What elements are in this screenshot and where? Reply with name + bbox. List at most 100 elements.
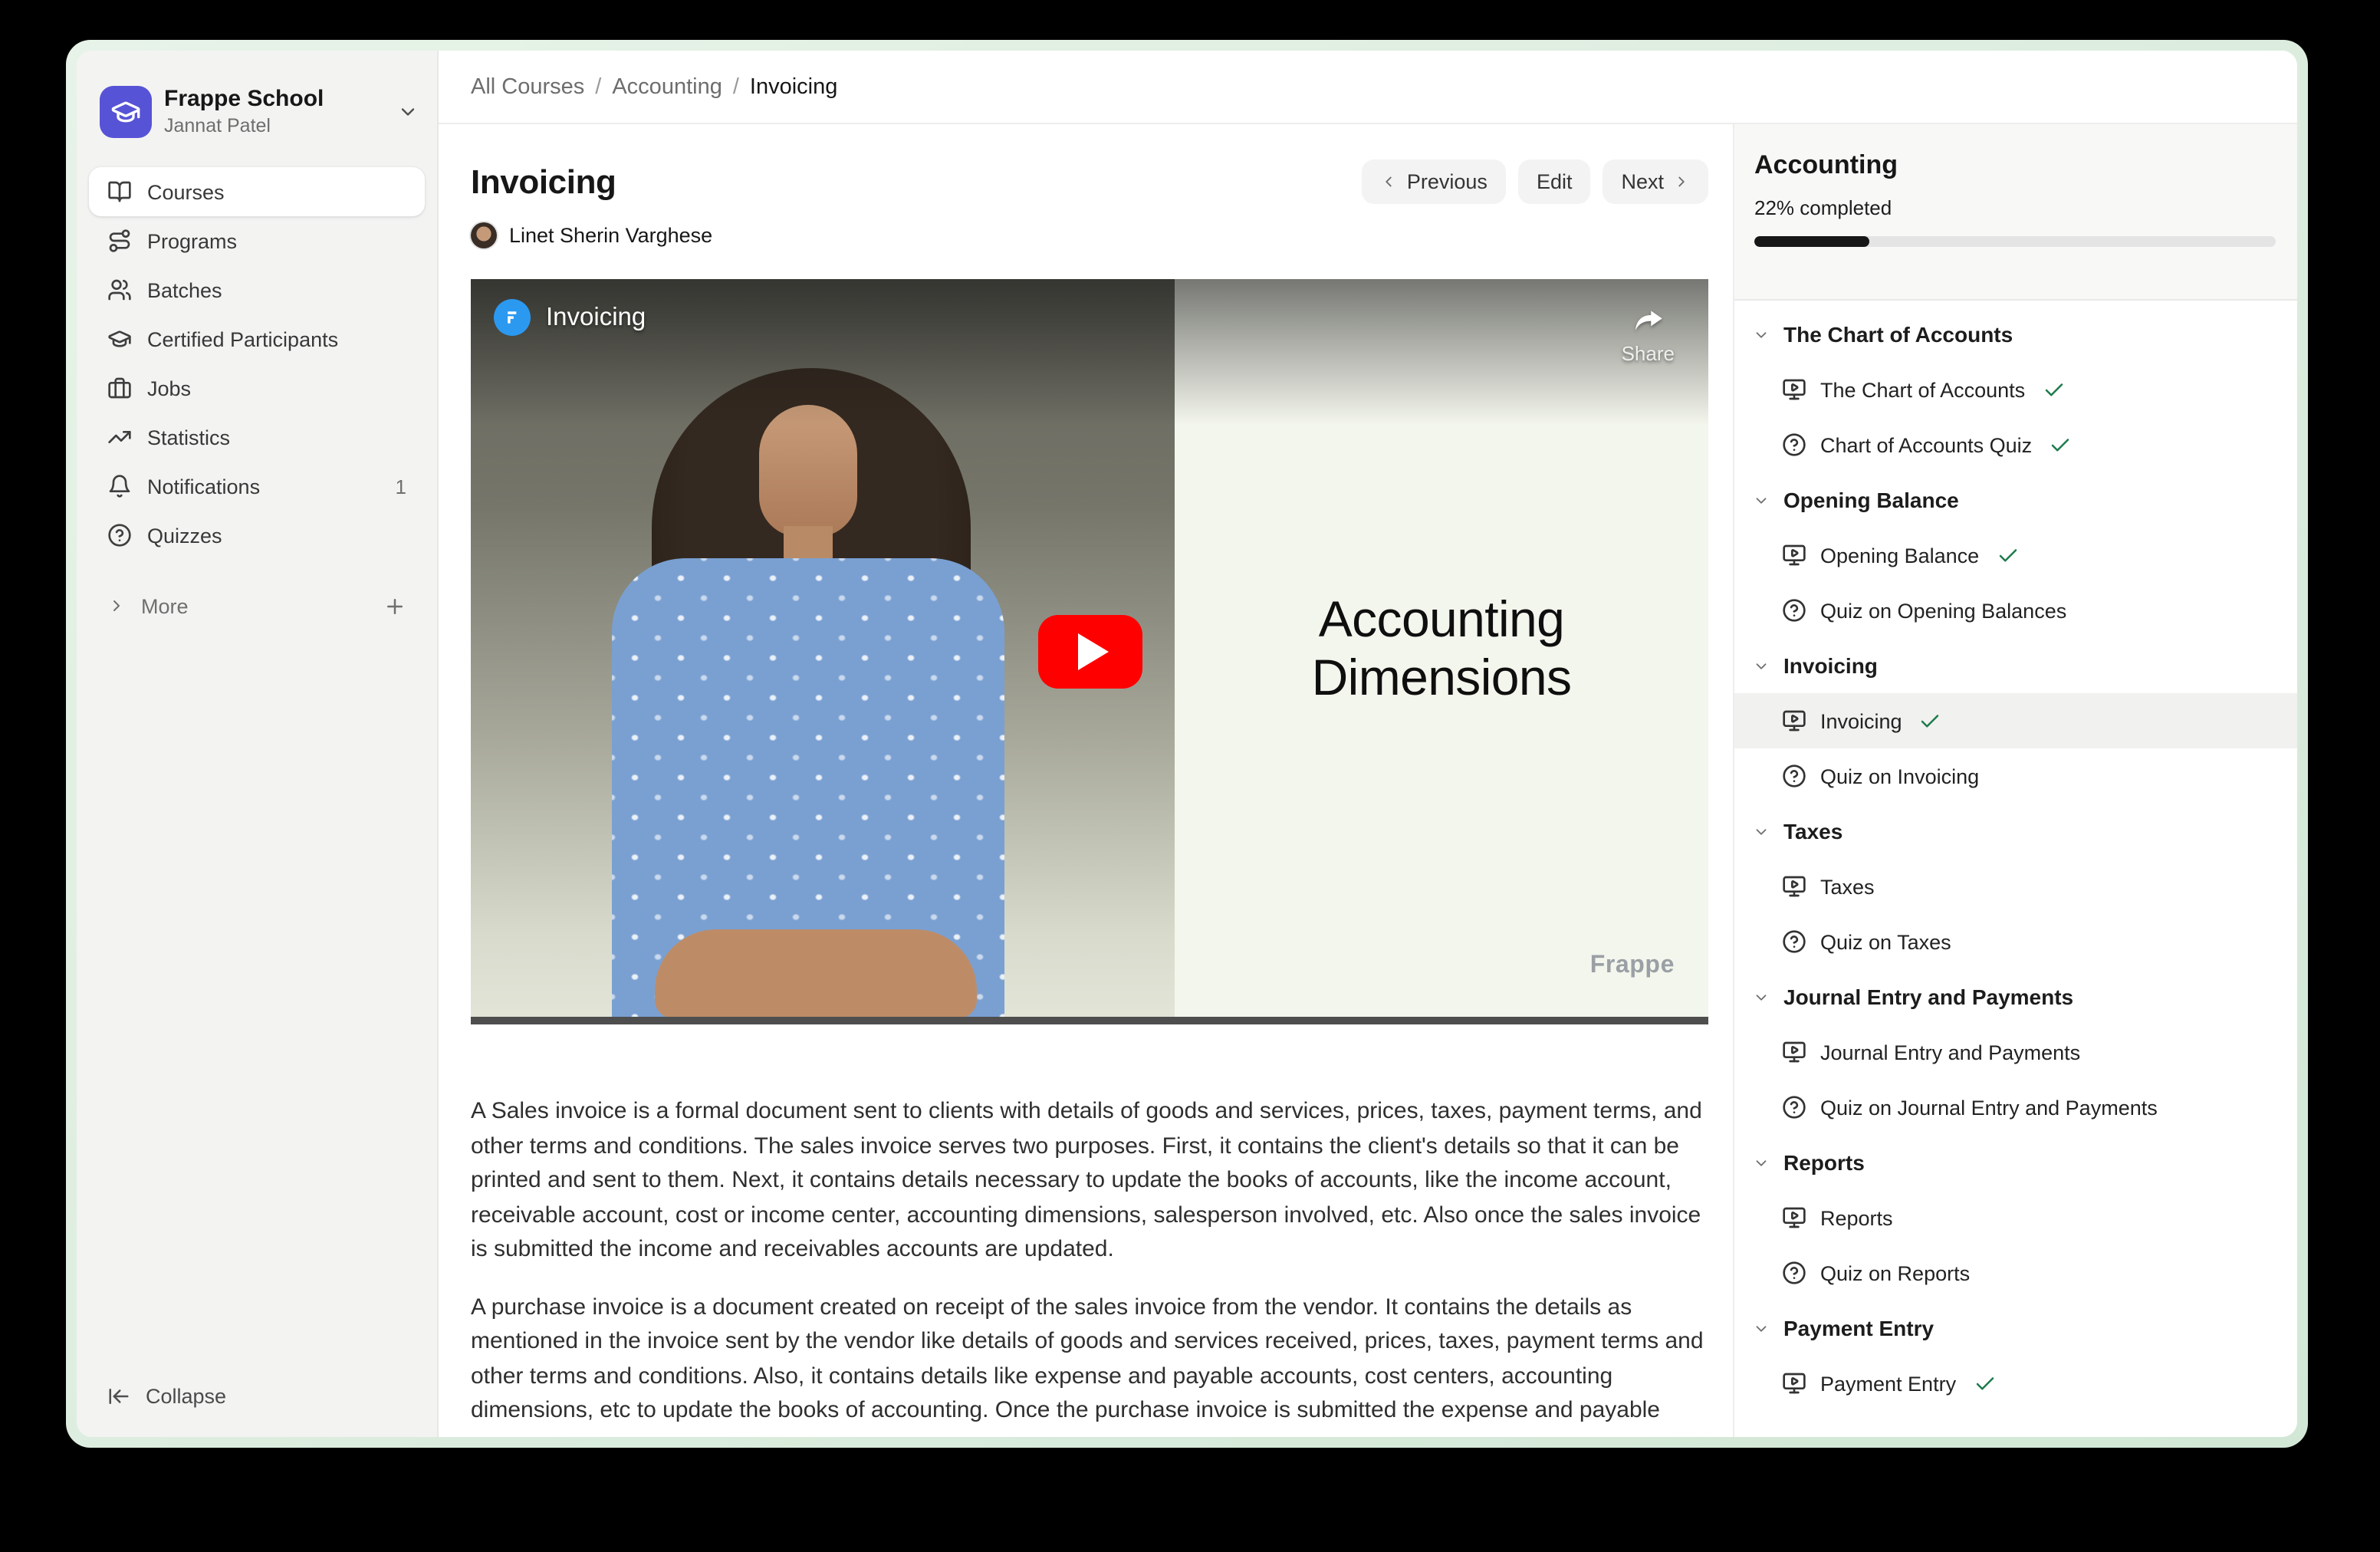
outline-lesson[interactable]: Quiz on Reports	[1734, 1245, 2297, 1300]
sidebar-item-statistics[interactable]: Statistics	[89, 413, 425, 462]
chevron-down-icon	[1753, 326, 1770, 343]
quiz-icon	[1782, 598, 1806, 623]
chevron-down-icon	[1753, 657, 1770, 674]
quiz-icon	[1782, 1261, 1806, 1285]
breadcrumb-separator: /	[733, 74, 739, 99]
outline-lesson[interactable]: Quiz on Invoicing	[1734, 748, 2297, 804]
lesson-body-text: A Sales invoice is a formal document sen…	[471, 1095, 1708, 1429]
chapter-title: Opening Balance	[1783, 488, 1959, 512]
author-avatar	[471, 222, 497, 248]
outline-lesson[interactable]: Quiz on Journal Entry and Payments	[1734, 1080, 2297, 1135]
play-button[interactable]	[1037, 615, 1142, 689]
next-button[interactable]: Next	[1603, 159, 1708, 204]
video-lesson-icon	[1782, 1371, 1806, 1396]
lesson-label: Quiz on Taxes	[1820, 930, 1951, 953]
outline-lesson[interactable]: Payment Entry	[1734, 1356, 2297, 1411]
collapse-label: Collapse	[146, 1384, 226, 1407]
school-name: Frappe School	[164, 86, 324, 113]
outline-lesson[interactable]: Opening Balance	[1734, 528, 2297, 583]
edit-button[interactable]: Edit	[1518, 159, 1591, 204]
sidebar-item-notifications[interactable]: Notifications 1	[89, 462, 425, 511]
lesson-label: Quiz on Journal Entry and Payments	[1820, 1096, 2158, 1119]
graduation-cap-icon	[107, 327, 132, 351]
video-player[interactable]: Accounting Dimensions Frappe Invoicing	[471, 279, 1708, 1024]
outline-lesson[interactable]: Quiz on Taxes	[1734, 914, 2297, 969]
outline-chapter: Payment Entry Payment Entry	[1734, 1300, 2297, 1411]
bell-icon	[107, 474, 132, 498]
check-icon	[1919, 709, 1942, 732]
quiz-icon	[1782, 432, 1806, 457]
sidebar-item-label: Batches	[147, 278, 222, 301]
sidebar-item-label: Certified Participants	[147, 327, 338, 350]
lesson-label: Journal Entry and Payments	[1820, 1041, 2080, 1064]
sidebar-item-label: Jobs	[147, 376, 191, 400]
outline-lesson[interactable]: Chart of Accounts Quiz	[1734, 417, 2297, 472]
trending-up-icon	[107, 425, 132, 449]
presenter-face	[759, 405, 857, 537]
chapter-row[interactable]: Reports	[1734, 1135, 2297, 1190]
outline-chapter: Opening Balance Opening Balance Quiz on …	[1734, 472, 2297, 638]
breadcrumb-all-courses[interactable]: All Courses	[471, 74, 584, 99]
chevron-right-icon	[107, 597, 126, 615]
outline-chapter: Journal Entry and Payments Journal Entry…	[1734, 969, 2297, 1135]
outline-chapter: The Chart of Accounts The Chart of Accou…	[1734, 307, 2297, 472]
sidebar-item-more[interactable]: More	[89, 581, 425, 630]
lesson-label: Taxes	[1820, 875, 1875, 898]
outline-list: The Chart of Accounts The Chart of Accou…	[1734, 301, 2297, 1437]
outline-lesson[interactable]: Journal Entry and Payments	[1734, 1024, 2297, 1080]
lesson-label: Quiz on Invoicing	[1820, 764, 1979, 788]
progress-fill	[1754, 236, 1869, 247]
slide-title-line2: Dimensions	[1175, 649, 1708, 707]
outline-lesson[interactable]: The Chart of Accounts	[1734, 362, 2297, 417]
chapter-row[interactable]: Payment Entry	[1734, 1300, 2297, 1356]
previous-button[interactable]: Previous	[1363, 159, 1506, 204]
sidebar-item-programs[interactable]: Programs	[89, 216, 425, 265]
chevron-down-icon	[1753, 823, 1770, 840]
chapter-row[interactable]: Journal Entry and Payments	[1734, 969, 2297, 1024]
sidebar-item-label: Statistics	[147, 426, 230, 449]
chapter-row[interactable]: Opening Balance	[1734, 472, 2297, 528]
route-icon	[107, 229, 132, 253]
sidebar-item-certified-participants[interactable]: Certified Participants	[89, 314, 425, 363]
chapter-title: Journal Entry and Payments	[1783, 985, 2073, 1009]
page-title: Invoicing	[471, 162, 616, 202]
sidebar-item-batches[interactable]: Batches	[89, 265, 425, 314]
outline-lesson-active[interactable]: Invoicing	[1734, 693, 2297, 748]
video-lesson-icon	[1782, 1040, 1806, 1064]
chapter-row[interactable]: Taxes	[1734, 804, 2297, 859]
plus-icon[interactable]	[383, 594, 406, 617]
chapter-row[interactable]: Invoicing	[1734, 638, 2297, 693]
help-circle-icon	[107, 523, 132, 547]
lesson-label: Payment Entry	[1820, 1372, 1956, 1395]
lesson-label: Reports	[1820, 1206, 1893, 1229]
slide-title: Accounting Dimensions	[1175, 590, 1708, 707]
app-window: Frappe School Jannat Patel Courses Progr…	[77, 51, 2297, 1437]
outline-lesson[interactable]: Taxes	[1734, 859, 2297, 914]
check-icon	[2049, 433, 2072, 456]
edit-label: Edit	[1537, 170, 1573, 193]
sidebar-item-label: Notifications	[147, 475, 260, 498]
video-lesson-icon	[1782, 874, 1806, 899]
play-triangle-icon	[1078, 633, 1109, 670]
video-overlay-title[interactable]: Invoicing	[494, 299, 646, 336]
quiz-icon	[1782, 1095, 1806, 1120]
sidebar-collapse-button[interactable]: Collapse	[89, 1373, 245, 1419]
sidebar-item-courses[interactable]: Courses	[89, 167, 425, 216]
chapter-row[interactable]: The Chart of Accounts	[1734, 307, 2297, 362]
outline-lesson[interactable]: Reports	[1734, 1190, 2297, 1245]
notification-count-badge: 1	[396, 475, 406, 498]
share-button[interactable]: Share	[1622, 301, 1675, 365]
sidebar-item-quizzes[interactable]: Quizzes	[89, 511, 425, 560]
frappe-logo-icon	[501, 307, 523, 328]
breadcrumb-accounting[interactable]: Accounting	[612, 74, 722, 99]
chevron-left-icon	[1381, 173, 1398, 190]
quiz-icon	[1782, 764, 1806, 788]
outline-lesson[interactable]: Quiz on Opening Balances	[1734, 583, 2297, 638]
frappe-channel-avatar	[494, 299, 531, 336]
frappe-school-logo	[100, 86, 152, 138]
author-name: Linet Sherin Varghese	[509, 224, 712, 247]
school-switcher[interactable]: Frappe School Jannat Patel	[100, 86, 419, 138]
sidebar-item-jobs[interactable]: Jobs	[89, 363, 425, 413]
sidebar-item-label: Quizzes	[147, 524, 222, 547]
briefcase-icon	[107, 376, 132, 400]
